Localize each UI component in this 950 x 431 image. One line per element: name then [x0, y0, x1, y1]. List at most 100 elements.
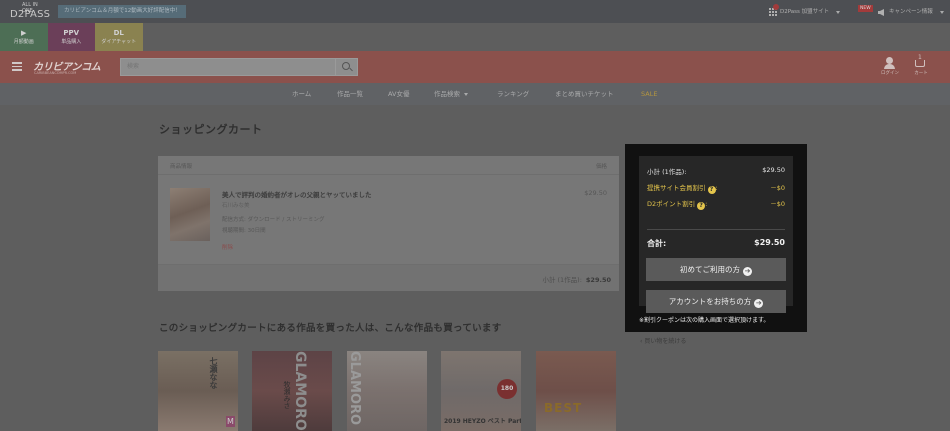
summary-subtotal: 小計 (1作品): $29.50 [647, 166, 785, 176]
promo-banner[interactable]: カリビアンコム＆月額で12動画大好評配信中！ [58, 5, 186, 18]
tab-label: 単品購入 [61, 39, 82, 45]
help-icon[interactable]: ? [707, 186, 716, 194]
recommend-item-text: 2019 HEYZO ベスト Part1 [444, 418, 521, 425]
user-icon [879, 56, 901, 70]
recommend-item-text: GLAMORO [292, 351, 308, 431]
login-label: ログイン [881, 71, 899, 76]
total-label: 合計: [647, 239, 667, 248]
site-header: カリビアンコム CARIBBEANCOMPR.COM ログイン 1 カート [0, 51, 950, 83]
recommend-item[interactable]: GLAMORO [347, 351, 427, 431]
summary-total: 合計: $29.50 [647, 238, 785, 249]
cart-table: 商品情報 価格 美人で評判の婚約者がオレの父親とヤッていました 石川みな美 配信… [158, 156, 619, 291]
subtotal-label: 小計 (1作品): [542, 276, 582, 284]
search-button[interactable] [335, 59, 357, 75]
partner-sites-label: D2Pass 加盟サイト [780, 9, 830, 15]
nav-home[interactable]: ホーム [292, 83, 311, 105]
partner-discount-value: －$0 [770, 184, 785, 192]
search-icon [342, 62, 350, 70]
chat-icon: DL [113, 28, 124, 37]
column-product: 商品情報 [170, 164, 193, 170]
partner-sites-menu[interactable]: D2Pass 加盟サイト [768, 3, 841, 18]
category-tabs: ▶ 月額動画 PPV 単品購入 DL ダイアチャット [0, 23, 143, 51]
play-icon: ▶ [21, 28, 27, 37]
nav-ranking[interactable]: ランキング [497, 83, 529, 105]
coupon-note: ※割引クーポンは次の購入画面で選択頂けます。 [639, 317, 770, 324]
partner-discount: 提携サイト会員割引?: －$0 [647, 184, 785, 194]
recommend-item[interactable]: 七瀬なな M [158, 351, 238, 431]
d2point-discount: D2ポイント割引?: －$0 [647, 200, 785, 210]
chevron-down-icon [464, 92, 468, 96]
cart-count: 1 [918, 54, 922, 61]
label-icon: M [226, 416, 235, 427]
tab-label: ダイアチャット [101, 39, 137, 45]
new-badge: NEW [858, 5, 873, 12]
duration-badge: 180 [497, 379, 517, 399]
menu-icon[interactable] [12, 62, 22, 71]
search-input[interactable] [127, 59, 327, 75]
d2pass-logo[interactable]: ALL IN ONE D2PASS [10, 2, 51, 21]
nav-sale[interactable]: SALE [641, 83, 657, 105]
recommend-item-subtext: 牧瀬みさ [283, 381, 291, 409]
d2point-discount-value: －$0 [770, 200, 785, 208]
cart-subtotal: 小計 (1作品): $29.50 [542, 274, 611, 284]
search-box [120, 58, 358, 76]
first-time-label: 初めてご利用の方 [680, 265, 740, 274]
recommend-item[interactable]: 180 2019 HEYZO ベスト Part1 [441, 351, 521, 431]
login-button[interactable]: ログイン [879, 56, 901, 76]
tab-ppv[interactable]: PPV 単品購入 [47, 23, 95, 51]
notification-dot [773, 3, 779, 10]
continue-shopping-link[interactable]: ‹ 買い物を続ける [640, 336, 686, 345]
summary-subtotal-label: 小計 (1作品): [647, 168, 687, 176]
recommend-item-text: GLAMORO [347, 351, 362, 426]
total-value: $29.50 [754, 238, 785, 247]
cart-footer: 小計 (1作品): $29.50 [158, 264, 619, 291]
logo-text: D2PASS [10, 9, 51, 20]
summary-panel: 小計 (1作品): $29.50 提携サイト会員割引?: －$0 D2ポイント割… [639, 156, 793, 313]
recommend-item[interactable]: GLAMORO 牧瀬みさ [252, 351, 332, 431]
nav-actresses[interactable]: AV女優 [388, 83, 409, 105]
chevron-down-icon [939, 10, 944, 14]
account-label: アカウントをお持ちの方 [668, 297, 752, 306]
nav-search-label: 作品検索 [434, 90, 460, 98]
delete-button[interactable]: 削除 [222, 243, 233, 251]
nav-bulk-tickets[interactable]: まとめ買いチケット [555, 83, 614, 105]
campaign-menu[interactable]: NEW キャンペーン情報 [858, 5, 944, 18]
nav-search[interactable]: 作品検索 [434, 83, 468, 105]
summary-subtotal-value: $29.50 [762, 166, 785, 174]
campaign-label: キャンペーン情報 [889, 9, 933, 15]
cart-button[interactable]: 1 カート [910, 54, 932, 76]
recommend-item-text: 七瀬なな [209, 357, 218, 389]
product-title[interactable]: 美人で評判の婚約者がオレの父親とヤッていました [222, 189, 372, 199]
partner-discount-label: 提携サイト会員割引 [647, 184, 706, 192]
product-period: 視聴期間: 30日間 [222, 228, 266, 234]
cart-label: カート [914, 71, 928, 76]
tab-label: 月額動画 [13, 39, 34, 45]
recommend-title: このショッピングカートにある作品を買った人は、こんな作品も買っています [159, 323, 502, 334]
top-bar: ALL IN ONE D2PASS カリビアンコム＆月額で12動画大好評配信中！… [0, 0, 950, 23]
d2point-discount-label: D2ポイント割引 [647, 200, 696, 208]
product-delivery: 配信方式: ダウンロード / ストリーミング [222, 217, 325, 223]
product-actress[interactable]: 石川みな美 [222, 201, 250, 209]
recommend-item[interactable]: BEST [536, 351, 616, 431]
account-checkout-button[interactable]: アカウントをお持ちの方 ➔ [646, 290, 786, 313]
divider [647, 229, 785, 230]
tab-monthly[interactable]: ▶ 月額動画 [0, 23, 48, 51]
site-logo-domain: CARIBBEANCOMPR.COM [34, 71, 77, 75]
chevron-down-icon [836, 10, 841, 14]
megaphone-icon [878, 8, 884, 16]
recommend-item-text: BEST [544, 401, 583, 415]
subtotal-value: $29.50 [585, 276, 611, 284]
ppv-icon: PPV [63, 28, 80, 37]
page-title: ショッピングカート [159, 123, 263, 136]
help-icon[interactable]: ? [697, 202, 706, 210]
first-time-checkout-button[interactable]: 初めてご利用の方 ➔ [646, 258, 786, 281]
grid-icon [768, 3, 779, 17]
nav-movie-list[interactable]: 作品一覧 [337, 83, 363, 105]
product-price: $29.50 [584, 189, 607, 197]
main-nav: ホーム 作品一覧 AV女優 作品検索 ランキング まとめ買いチケット SALE [0, 83, 950, 105]
arrow-right-icon: ➔ [743, 267, 752, 276]
product-thumbnail[interactable] [170, 188, 210, 241]
continue-label: 買い物を続ける [644, 338, 687, 345]
cart-icon: 1 [910, 54, 932, 70]
tab-livechat[interactable]: DL ダイアチャット [95, 23, 143, 51]
